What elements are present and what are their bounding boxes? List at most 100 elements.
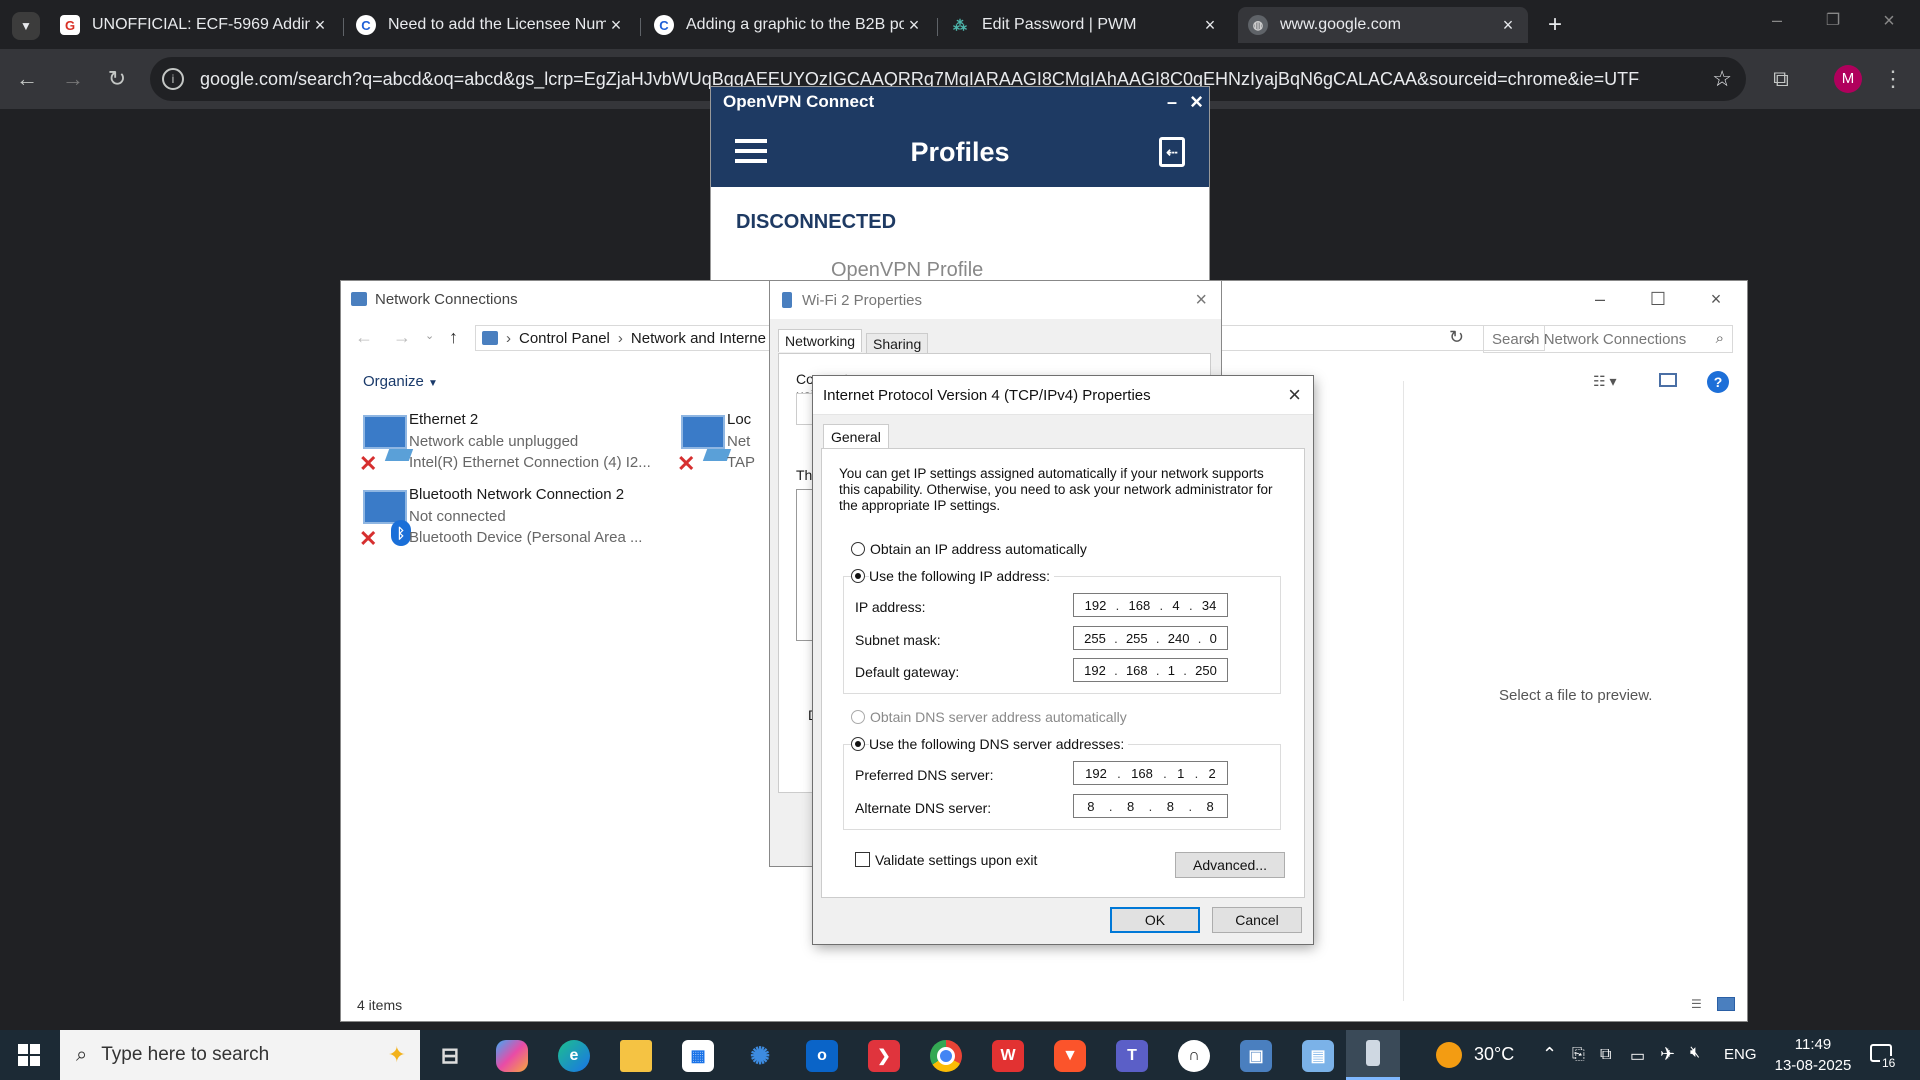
tab-networking[interactable]: Networking (778, 329, 863, 352)
tab-general[interactable]: General (823, 424, 889, 449)
default-gateway-field[interactable]: 192. 168. 1. 250 (1073, 658, 1228, 682)
refresh-icon[interactable]: ↻ (1449, 327, 1464, 348)
ip-address-field[interactable]: 192. 168. 4. 34 (1073, 593, 1228, 617)
close-icon[interactable]: × (1195, 289, 1207, 312)
obtain-ip-auto-radio[interactable] (851, 542, 865, 556)
browser-tab[interactable]: C Adding a graphic to the B2B po × (644, 7, 934, 43)
windows-start-icon[interactable] (18, 1044, 40, 1066)
breadcrumb-item[interactable]: Control Panel (519, 330, 610, 347)
close-tab-icon[interactable]: × (1200, 15, 1220, 36)
minimize-icon[interactable]: – (1571, 281, 1629, 317)
use-dns-radio[interactable] (851, 737, 865, 751)
use-ip-radio[interactable] (851, 569, 865, 583)
outlook-icon[interactable]: o (806, 1040, 838, 1072)
network-app-icon[interactable]: ✺ (744, 1040, 776, 1072)
preferred-dns-field[interactable]: 192. 168. 1. 2 (1073, 761, 1228, 785)
details-view-icon[interactable]: ☰ (1691, 997, 1702, 1011)
use-dns-label[interactable]: Use the following DNS server addresses: (869, 736, 1129, 752)
control-panel-app-icon[interactable]: ▤ (1302, 1040, 1334, 1072)
browser-tab[interactable]: G UNOFFICIAL: ECF-5969 Adding × (50, 7, 340, 43)
profile-avatar[interactable]: M (1834, 65, 1862, 93)
battery-icon[interactable]: ▭ (1630, 1046, 1645, 1066)
edge-icon[interactable]: e (558, 1040, 590, 1072)
new-tab-button[interactable]: + (1540, 10, 1570, 40)
use-ip-label[interactable]: Use the following IP address: (869, 568, 1055, 584)
site-info-icon[interactable]: i (162, 68, 184, 90)
close-tab-icon[interactable]: × (1498, 15, 1518, 36)
restore-window-icon[interactable]: ❐ (1818, 10, 1848, 38)
airplane-mode-icon[interactable]: ✈ (1660, 1044, 1675, 1065)
volume-muted-icon[interactable]: 🔇︎ (1690, 1044, 1700, 1062)
minimize-icon[interactable]: – (1167, 92, 1177, 113)
preview-pane-icon[interactable] (1659, 373, 1677, 387)
obtain-dns-auto-radio[interactable] (851, 710, 865, 724)
weather-temp[interactable]: 30°C (1474, 1044, 1514, 1065)
clock[interactable]: 11:49 13-08-2025 (1768, 1034, 1858, 1076)
language-indicator[interactable]: ENG (1724, 1046, 1757, 1063)
browser-tab[interactable]: ⁂ Edit Password | PWM × (940, 7, 1230, 43)
close-icon[interactable]: × (1288, 382, 1301, 408)
microsoft-store-icon[interactable]: ▦ (682, 1040, 714, 1072)
reload-icon[interactable]: ↻ (102, 64, 132, 94)
large-icons-view-icon[interactable] (1717, 997, 1735, 1011)
task-view-icon[interactable]: ⊟ (434, 1040, 466, 1072)
forward-arrow-icon[interactable]: → (393, 327, 411, 348)
ok-button[interactable]: OK (1110, 907, 1200, 933)
close-tab-icon[interactable]: × (310, 15, 330, 36)
obtain-ip-auto-label[interactable]: Obtain an IP address automatically (870, 541, 1087, 557)
validate-label[interactable]: Validate settings upon exit (875, 852, 1037, 868)
help-icon[interactable]: ? (1707, 371, 1729, 393)
brave-icon[interactable]: ▼ (1054, 1040, 1086, 1072)
more-menu-icon[interactable]: ⋮ (1878, 64, 1908, 94)
anydesk-icon[interactable]: ❯ (868, 1040, 900, 1072)
file-explorer-icon[interactable] (620, 1040, 652, 1072)
alternate-dns-field[interactable]: 8.8.8.8 (1073, 794, 1228, 818)
advanced-button[interactable]: Advanced... (1175, 852, 1285, 878)
headset-app-icon[interactable]: ∩ (1178, 1040, 1210, 1072)
import-profile-icon[interactable]: ⇠ (1159, 137, 1185, 167)
bookmark-star-icon[interactable]: ☆ (1712, 66, 1732, 92)
maximize-icon[interactable]: ☐ (1629, 281, 1687, 317)
item-device: TAP (727, 454, 756, 471)
teams-icon[interactable]: T (1116, 1040, 1148, 1072)
close-icon[interactable]: × (1190, 89, 1203, 115)
validate-checkbox[interactable] (855, 852, 870, 867)
forward-arrow-icon[interactable]: → (58, 64, 88, 94)
organize-button[interactable]: Organize ▼ (363, 373, 438, 390)
hamburger-menu-icon[interactable] (735, 139, 767, 163)
wps-office-icon[interactable]: W (992, 1040, 1024, 1072)
chevron-up-icon[interactable]: ⌃ (1542, 1044, 1557, 1065)
subnet-mask-field[interactable]: 255. 255. 240. 0 (1073, 626, 1228, 650)
up-arrow-icon[interactable]: ↑ (449, 327, 458, 348)
breadcrumb-item[interactable]: Network and Interne (631, 330, 766, 347)
back-arrow-icon[interactable]: ← (12, 64, 42, 94)
chrome-icon[interactable] (930, 1040, 962, 1072)
browser-tab[interactable]: C Need to add the Licensee Num × (346, 7, 636, 43)
tab-search-button[interactable]: ▼ (12, 12, 40, 40)
back-arrow-icon[interactable]: ← (355, 327, 373, 348)
minimize-window-icon[interactable]: – (1762, 10, 1792, 38)
tab-sharing[interactable]: Sharing (866, 333, 929, 354)
cancel-button[interactable]: Cancel (1212, 907, 1302, 933)
item-device: Bluetooth Device (Personal Area ... (409, 529, 643, 546)
list-item[interactable]: ✕ ᛒ Bluetooth Network Connection 2 Not c… (341, 484, 643, 556)
tray-icon[interactable]: ⎘ (1572, 1046, 1585, 1064)
close-window-icon[interactable]: × (1874, 10, 1904, 38)
network-monitor-icon[interactable]: ▣ (1240, 1040, 1272, 1072)
weather-icon[interactable] (1436, 1042, 1462, 1068)
extensions-icon[interactable]: ⧉ (1766, 64, 1796, 94)
recent-dropdown-icon[interactable]: ⌄ (425, 329, 434, 342)
obtain-dns-auto-label[interactable]: Obtain DNS server address automatically (870, 709, 1127, 725)
change-view-icon[interactable]: ☷ ▾ (1593, 373, 1616, 390)
tray-icon[interactable]: ⧉ (1600, 1046, 1611, 1064)
close-tab-icon[interactable]: × (606, 15, 626, 36)
taskbar-search-box[interactable]: ⌕ Type here to search ✦ (60, 1030, 420, 1080)
close-tab-icon[interactable]: × (904, 15, 924, 36)
browser-tab-active[interactable]: ◍ www.google.com × (1238, 7, 1528, 43)
close-icon[interactable]: × (1687, 281, 1745, 317)
copilot-icon[interactable] (496, 1040, 528, 1072)
openvpn-taskbar-button[interactable] (1346, 1030, 1400, 1080)
search-input[interactable]: Search Network Connections ⌕ (1483, 325, 1733, 353)
profile-name[interactable]: OpenVPN Profile (831, 259, 983, 282)
list-item[interactable]: ✕ Ethernet 2 Network cable unplugged Int… (341, 409, 651, 481)
